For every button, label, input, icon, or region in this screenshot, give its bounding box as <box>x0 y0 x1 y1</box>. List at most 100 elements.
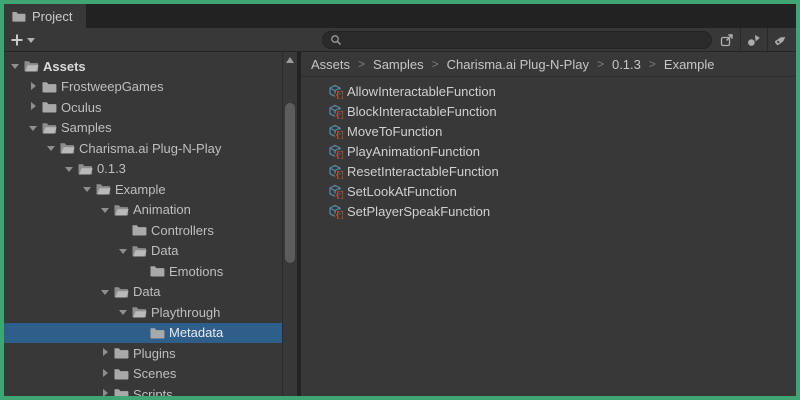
folder-icon <box>131 222 147 238</box>
search-by-label-button[interactable] <box>768 28 794 51</box>
tree-item-emotions[interactable]: Emotions <box>4 261 297 282</box>
expand-arrow-icon[interactable] <box>117 305 131 319</box>
open-search-window-button[interactable] <box>714 28 740 51</box>
tree-item-frostweepgames[interactable]: FrostweepGames <box>4 77 297 98</box>
collapse-arrow-icon[interactable] <box>27 100 41 114</box>
search-by-type-button[interactable] <box>741 28 767 51</box>
tree-item-charisma-plug-n-play[interactable]: Charisma.ai Plug-N-Play <box>4 138 297 159</box>
folder-icon <box>113 366 129 382</box>
script-asset-cube-icon <box>327 103 343 119</box>
script-asset-cube-icon <box>327 143 343 159</box>
tree-item-0-1-3[interactable]: 0.1.3 <box>4 159 297 180</box>
folder-icon <box>41 79 57 95</box>
tree-item-data[interactable]: Data <box>4 282 297 303</box>
tree-scrollbar[interactable] <box>282 52 297 396</box>
script-asset-cube-icon <box>327 163 343 179</box>
folder-open-icon <box>131 243 147 259</box>
breadcrumb-item-0-1-3[interactable]: 0.1.3 <box>612 57 641 72</box>
search-field[interactable] <box>322 31 712 49</box>
file-item-setlookatfunction[interactable]: SetLookAtFunction <box>327 181 796 201</box>
expand-arrow-icon[interactable] <box>99 285 113 299</box>
breadcrumb-separator-icon: > <box>649 57 656 71</box>
script-asset-cube-icon <box>327 83 343 99</box>
arrow-spacer <box>135 326 149 340</box>
tree-item-samples[interactable]: Samples <box>4 118 297 139</box>
folder-tree: Assets FrostweepGames Oculus Samples <box>4 52 297 396</box>
tab-strip: Project <box>4 4 796 28</box>
collapse-arrow-icon[interactable] <box>99 346 113 360</box>
project-toolbar <box>4 28 796 52</box>
breadcrumb-separator-icon: > <box>432 57 439 71</box>
collapse-arrow-icon[interactable] <box>27 80 41 94</box>
breadcrumb-item-assets[interactable]: Assets <box>311 57 350 72</box>
breadcrumb-item-example[interactable]: Example <box>664 57 715 72</box>
plus-icon <box>10 33 24 47</box>
open-search-window-icon <box>719 32 735 48</box>
folder-icon <box>113 386 129 396</box>
tree-item-oculus[interactable]: Oculus <box>4 97 297 118</box>
expand-arrow-icon[interactable] <box>27 121 41 135</box>
search-by-label-icon <box>773 32 789 48</box>
expand-arrow-icon[interactable] <box>45 141 59 155</box>
scroll-up-arrow-icon[interactable] <box>286 57 294 63</box>
chevron-down-icon <box>27 38 35 43</box>
arrow-spacer <box>135 264 149 278</box>
expand-arrow-icon[interactable] <box>117 244 131 258</box>
folder-icon <box>113 345 129 361</box>
folder-open-icon <box>113 202 129 218</box>
file-item-playanimationfunction[interactable]: PlayAnimationFunction <box>327 141 796 161</box>
folder-open-icon <box>23 58 39 74</box>
collapse-arrow-icon[interactable] <box>99 387 113 396</box>
file-list: AllowInteractableFunction BlockInteracta… <box>301 77 796 396</box>
breadcrumb-item-samples[interactable]: Samples <box>373 57 424 72</box>
expand-arrow-icon[interactable] <box>81 182 95 196</box>
project-window: Project <box>0 0 800 400</box>
search-by-type-icon <box>746 32 762 48</box>
tree-item-metadata[interactable]: Metadata <box>4 323 297 344</box>
tree-item-playthrough[interactable]: Playthrough <box>4 302 297 323</box>
file-item-setplayerspeakfunction[interactable]: SetPlayerSpeakFunction <box>327 201 796 221</box>
tree-item-animation-data[interactable]: Data <box>4 241 297 262</box>
scrollbar-thumb[interactable] <box>285 103 295 263</box>
search-icon <box>329 33 343 47</box>
breadcrumb-item-charisma-plug-n-play[interactable]: Charisma.ai Plug-N-Play <box>447 57 589 72</box>
tree-item-example[interactable]: Example <box>4 179 297 200</box>
folder-open-icon <box>113 284 129 300</box>
tree-item-scenes[interactable]: Scenes <box>4 364 297 385</box>
arrow-spacer <box>117 223 131 237</box>
collapse-arrow-icon[interactable] <box>99 367 113 381</box>
folder-icon <box>149 263 165 279</box>
folder-tree-panel: Assets FrostweepGames Oculus Samples <box>4 52 297 396</box>
folder-open-icon <box>77 161 93 177</box>
expand-arrow-icon[interactable] <box>99 203 113 217</box>
toolbar-icon-group <box>714 28 790 51</box>
folder-open-icon <box>95 181 111 197</box>
folder-icon <box>149 325 165 341</box>
tree-item-controllers[interactable]: Controllers <box>4 220 297 241</box>
tree-item-assets[interactable]: Assets <box>4 56 297 77</box>
script-asset-cube-icon <box>327 183 343 199</box>
script-asset-cube-icon <box>327 123 343 139</box>
breadcrumb-separator-icon: > <box>358 57 365 71</box>
content-area: Assets FrostweepGames Oculus Samples <box>4 52 796 396</box>
expand-arrow-icon[interactable] <box>9 59 23 73</box>
file-item-resetinteractablefunction[interactable]: ResetInteractableFunction <box>327 161 796 181</box>
expand-arrow-icon[interactable] <box>63 162 77 176</box>
tab-title: Project <box>32 9 72 24</box>
tree-item-scripts[interactable]: Scripts <box>4 384 297 396</box>
create-asset-button[interactable] <box>10 33 35 47</box>
file-item-movetofunction[interactable]: MoveToFunction <box>327 121 796 141</box>
folder-icon <box>41 99 57 115</box>
breadcrumb: Assets > Samples > Charisma.ai Plug-N-Pl… <box>301 52 796 77</box>
file-item-blockinteractablefunction[interactable]: BlockInteractableFunction <box>327 101 796 121</box>
tab-project[interactable]: Project <box>4 4 86 28</box>
script-asset-cube-icon <box>327 203 343 219</box>
folder-icon <box>11 9 26 24</box>
tree-item-plugins[interactable]: Plugins <box>4 343 297 364</box>
folder-open-icon <box>41 120 57 136</box>
search-input[interactable] <box>347 33 705 47</box>
folder-open-icon <box>59 140 75 156</box>
file-item-allowinteractablefunction[interactable]: AllowInteractableFunction <box>327 81 796 101</box>
tree-item-animation[interactable]: Animation <box>4 200 297 221</box>
breadcrumb-separator-icon: > <box>597 57 604 71</box>
